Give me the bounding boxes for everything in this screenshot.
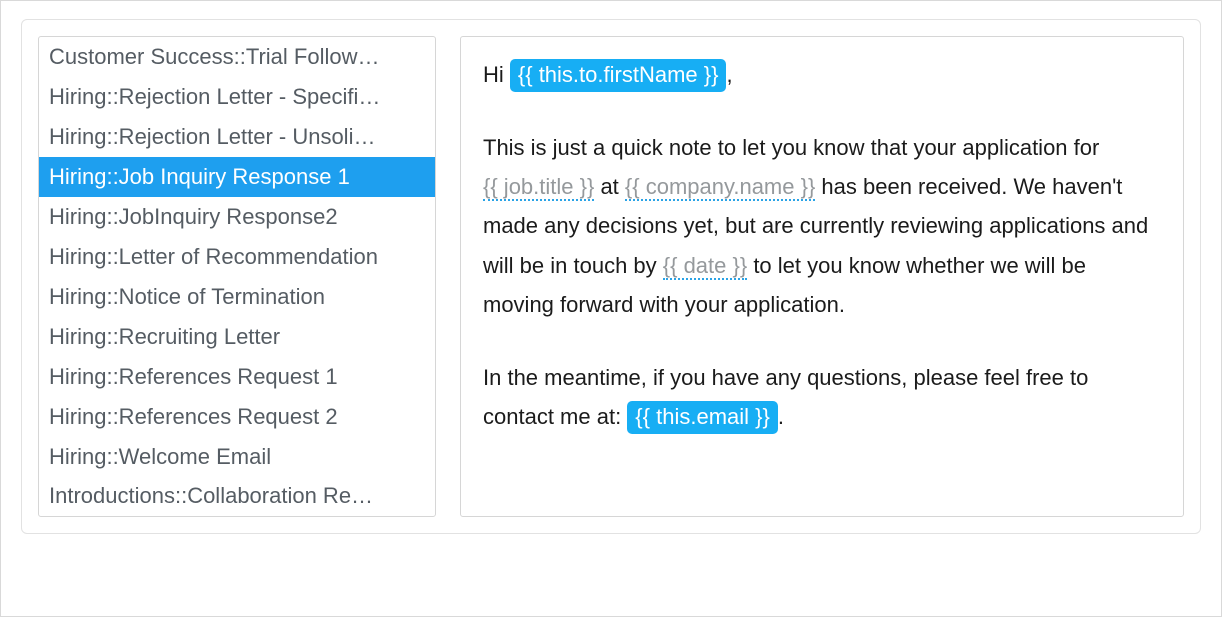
merge-tag-first-name[interactable]: {{ this.to.firstName }} [510,59,727,92]
merge-tag-date[interactable]: {{ date }} [663,255,747,280]
text: In the meantime, if you have any questio… [483,365,1088,429]
template-item[interactable]: Hiring::JobInquiry Response2 [39,197,435,237]
template-item[interactable]: Customer Success::Trial Follow… [39,37,435,77]
spacer [483,94,1161,128]
paragraph-2: In the meantime, if you have any questio… [483,358,1161,436]
template-list: Customer Success::Trial Follow… Hiring::… [38,36,436,517]
template-item[interactable]: Hiring::Rejection Letter - Specifi… [39,77,435,117]
app-window: Customer Success::Trial Follow… Hiring::… [0,0,1222,617]
merge-tag-job-title[interactable]: {{ job.title }} [483,176,594,201]
merge-tag-company-name[interactable]: {{ company.name }} [625,176,815,201]
text: This is just a quick note to let you kno… [483,135,1099,160]
text: . [778,404,784,429]
template-item[interactable]: Introductions::Collaboration Re… [39,476,435,516]
app-panel: Customer Success::Trial Follow… Hiring::… [21,19,1201,534]
spacer [483,324,1161,358]
template-item[interactable]: Hiring::References Request 1 [39,357,435,397]
merge-tag-email[interactable]: {{ this.email }} [627,401,778,434]
text: at [594,174,625,199]
template-item[interactable]: Hiring::Notice of Termination [39,277,435,317]
template-body-editor[interactable]: Hi {{ this.to.firstName }}, This is just… [460,36,1184,517]
template-item[interactable]: Hiring::Welcome Email [39,437,435,477]
text: , [726,62,732,87]
template-item-selected[interactable]: Hiring::Job Inquiry Response 1 [39,157,435,197]
template-item[interactable]: Hiring::Recruiting Letter [39,317,435,357]
template-item[interactable]: Hiring::Letter of Recommendation [39,237,435,277]
template-item[interactable]: Hiring::Rejection Letter - Unsoli… [39,117,435,157]
text: Hi [483,62,510,87]
greeting-line: Hi {{ this.to.firstName }}, [483,55,1161,94]
template-item[interactable]: Hiring::References Request 2 [39,397,435,437]
paragraph-1: This is just a quick note to let you kno… [483,128,1161,324]
